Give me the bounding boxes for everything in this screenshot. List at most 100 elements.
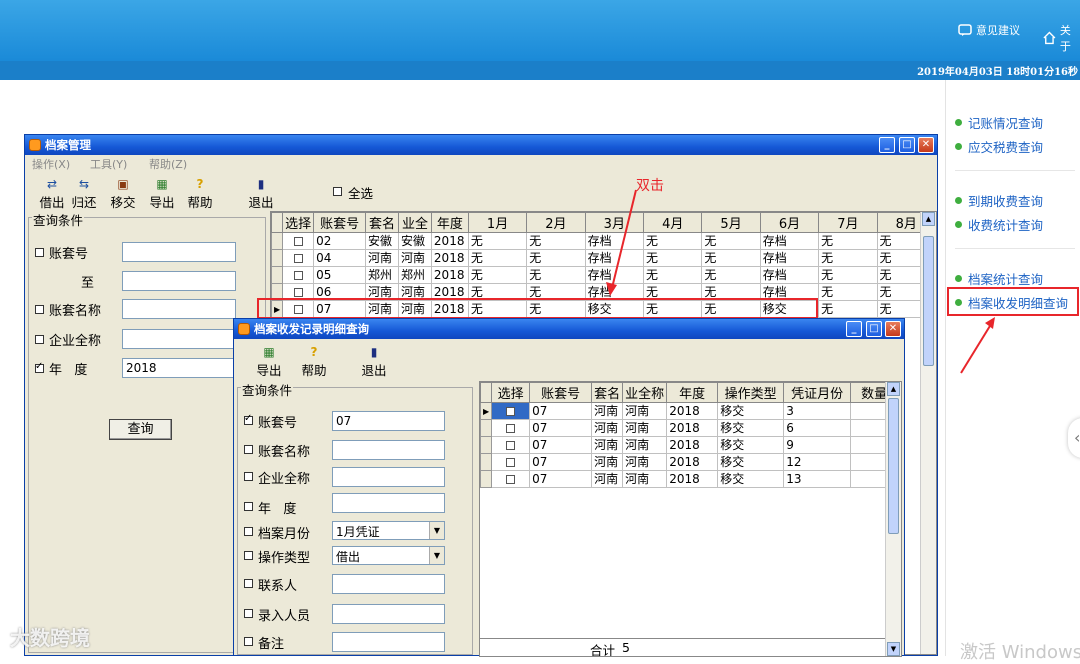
column-header[interactable]: 操作类型 — [717, 382, 785, 403]
detail-grid-scrollbar[interactable]: ▲ ▼ — [885, 382, 901, 656]
row-checkbox[interactable] — [293, 236, 303, 246]
column-header[interactable]: 选择 — [491, 382, 531, 403]
close-button[interactable]: ✕ — [918, 137, 934, 153]
link-due-fee-query[interactable]: 到期收费查询 — [955, 191, 1043, 210]
entry-person-input[interactable] — [332, 604, 445, 624]
remark-checkbox[interactable] — [244, 637, 253, 646]
dropdown-arrow-icon[interactable]: ▼ — [429, 547, 444, 564]
column-header[interactable]: 账套号 — [313, 212, 367, 233]
column-header[interactable]: 5月 — [701, 212, 761, 233]
account-name-input[interactable] — [122, 299, 236, 319]
row-select-cell[interactable] — [491, 419, 531, 437]
archive-month-checkbox[interactable] — [244, 527, 253, 536]
dropdown-arrow-icon[interactable]: ▼ — [429, 522, 444, 539]
detail-export-button[interactable]: ▦ 导出 — [252, 345, 286, 379]
year-checkbox[interactable] — [35, 361, 44, 373]
archive-month-select[interactable]: 1月凭证 ▼ — [332, 521, 445, 540]
column-header[interactable]: 选择 — [282, 212, 315, 233]
row-checkbox[interactable] — [506, 406, 516, 416]
detail-company-checkbox[interactable] — [244, 472, 253, 481]
link-bookkeeping-query[interactable]: 记账情况查询 — [955, 113, 1043, 132]
entry-person-checkbox[interactable] — [244, 609, 253, 618]
contact-checkbox[interactable] — [244, 579, 253, 588]
row-checkbox[interactable] — [293, 270, 303, 280]
table-row[interactable]: 07河南河南2018移交91 — [480, 436, 899, 454]
archive-grid-scrollbar[interactable]: ▲ — [920, 212, 936, 654]
help-button[interactable]: ? 帮助 — [183, 177, 217, 211]
row-checkbox[interactable] — [293, 287, 303, 297]
row-checkbox[interactable] — [506, 423, 516, 433]
column-header[interactable]: 套名 — [591, 382, 624, 403]
column-header[interactable]: 凭证月份 — [783, 382, 852, 403]
column-header[interactable]: 业全称 — [622, 382, 668, 403]
remark-input[interactable] — [332, 632, 445, 652]
detail-account-name-checkbox[interactable] — [244, 445, 253, 454]
contact-input[interactable] — [332, 574, 445, 594]
column-header[interactable]: 账套号 — [529, 382, 593, 403]
minimize-button[interactable]: _ — [846, 321, 862, 337]
detail-company-input[interactable] — [332, 467, 445, 487]
close-button[interactable]: ✕ — [885, 321, 901, 337]
return-button[interactable]: ⇆ 归还 — [67, 177, 101, 211]
row-select-cell[interactable] — [282, 249, 315, 267]
menu-help[interactable]: 帮助(Z) — [149, 156, 187, 172]
detail-exit-button[interactable]: ▮ 退出 — [357, 345, 391, 379]
row-select-cell[interactable] — [491, 470, 531, 488]
detail-help-button[interactable]: ? 帮助 — [297, 345, 331, 379]
table-row[interactable]: ▶07河南河南2018移交31 — [480, 402, 899, 420]
op-type-checkbox[interactable] — [244, 551, 253, 560]
detail-year-input[interactable] — [332, 493, 445, 513]
scroll-up-arrow-icon[interactable]: ▲ — [922, 212, 935, 226]
year-input[interactable]: 2018 — [122, 358, 236, 378]
column-header[interactable]: 年度 — [666, 382, 719, 403]
account-no-to-input[interactable] — [122, 271, 236, 291]
company-input[interactable] — [122, 329, 236, 349]
account-no-from-input[interactable] — [122, 242, 236, 262]
table-row[interactable]: 07河南河南2018移交131 — [480, 470, 899, 488]
row-select-cell[interactable] — [282, 266, 315, 284]
column-header[interactable]: 7月 — [818, 212, 878, 233]
account-no-checkbox[interactable] — [35, 248, 44, 257]
scroll-down-arrow-icon[interactable]: ▼ — [887, 642, 900, 656]
row-checkbox[interactable] — [506, 440, 516, 450]
minimize-button[interactable]: _ — [879, 137, 895, 153]
row-checkbox[interactable] — [293, 253, 303, 263]
detail-window-titlebar[interactable]: 档案收发记录明细查询 _ □ ✕ — [234, 319, 904, 339]
scroll-up-arrow-icon[interactable]: ▲ — [887, 382, 900, 396]
select-all-checkbox[interactable] — [333, 187, 342, 196]
table-row[interactable]: 07河南河南2018移交61 — [480, 419, 899, 437]
maximize-button[interactable]: □ — [866, 321, 882, 337]
row-select-cell[interactable] — [491, 436, 531, 454]
column-header[interactable]: 6月 — [759, 212, 820, 233]
column-header[interactable]: 业全 — [397, 212, 432, 233]
row-select-cell[interactable] — [282, 232, 315, 250]
detail-account-no-checkbox[interactable] — [244, 413, 253, 425]
link-tax-query[interactable]: 应交税费查询 — [955, 137, 1043, 156]
scroll-thumb[interactable] — [888, 398, 899, 534]
link-archive-stats-query[interactable]: 档案统计查询 — [955, 269, 1043, 288]
link-fee-stats-query[interactable]: 收费统计查询 — [955, 215, 1043, 234]
feedback-button[interactable]: 意见建议 — [958, 22, 1020, 38]
column-header[interactable]: 1月 — [467, 212, 528, 233]
scroll-thumb[interactable] — [923, 236, 934, 366]
detail-account-name-input[interactable] — [332, 440, 445, 460]
maximize-button[interactable]: □ — [899, 137, 915, 153]
company-checkbox[interactable] — [35, 335, 44, 344]
menu-operation[interactable]: 操作(X) — [32, 156, 70, 172]
column-header[interactable]: 2月 — [526, 212, 586, 233]
column-header[interactable]: 套名 — [365, 212, 399, 233]
query-button[interactable]: 查询 — [109, 419, 172, 440]
export-button[interactable]: ▦ 导出 — [145, 177, 179, 211]
row-checkbox[interactable] — [506, 457, 516, 467]
row-select-cell[interactable] — [491, 402, 531, 420]
column-header[interactable]: 年度 — [430, 212, 469, 233]
detail-year-checkbox[interactable] — [244, 502, 253, 511]
borrow-button[interactable]: ⇄ 借出 — [35, 177, 69, 211]
row-checkbox[interactable] — [506, 474, 516, 484]
account-name-checkbox[interactable] — [35, 305, 44, 314]
transfer-button[interactable]: ▣ 移交 — [106, 177, 140, 211]
about-button[interactable]: 关于 — [1043, 22, 1080, 54]
detail-account-no-input[interactable]: 07 — [332, 411, 445, 431]
op-type-select[interactable]: 借出 ▼ — [332, 546, 445, 565]
column-header[interactable]: 4月 — [643, 212, 703, 233]
